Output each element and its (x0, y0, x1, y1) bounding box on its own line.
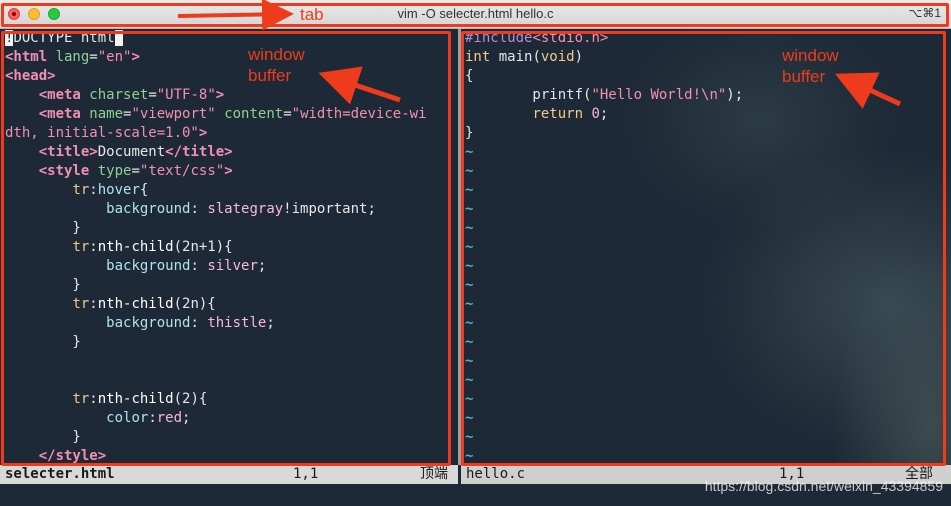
status-filename: selecter.html (5, 466, 115, 482)
left-window-highlight-box (1, 31, 451, 466)
right-window-highlight-box (461, 31, 946, 466)
right-window-annotation-label: window buffer (782, 45, 839, 87)
tab-annotation-label: tab (300, 5, 324, 24)
status-filename: hello.c (466, 466, 526, 482)
watermark: https://blog.csdn.net/weixin_43394859 (704, 478, 943, 494)
status-line-left: selecter.html 1,1 顶端 (0, 465, 458, 484)
annotation-line: buffer (782, 67, 826, 86)
annotation-line: window (782, 46, 839, 65)
annotation-line: buffer (248, 66, 292, 85)
status-scroll-indicator: 顶端 (420, 466, 448, 482)
left-window-annotation-label: window buffer (248, 44, 305, 86)
status-cursor-position: 1,1 (293, 466, 319, 482)
screen: vim -O selecter.html hello.c ⌥⌘1 !DOCTYP… (0, 0, 951, 506)
tab-highlight-box (1, 3, 949, 27)
annotation-line: window (248, 45, 305, 64)
